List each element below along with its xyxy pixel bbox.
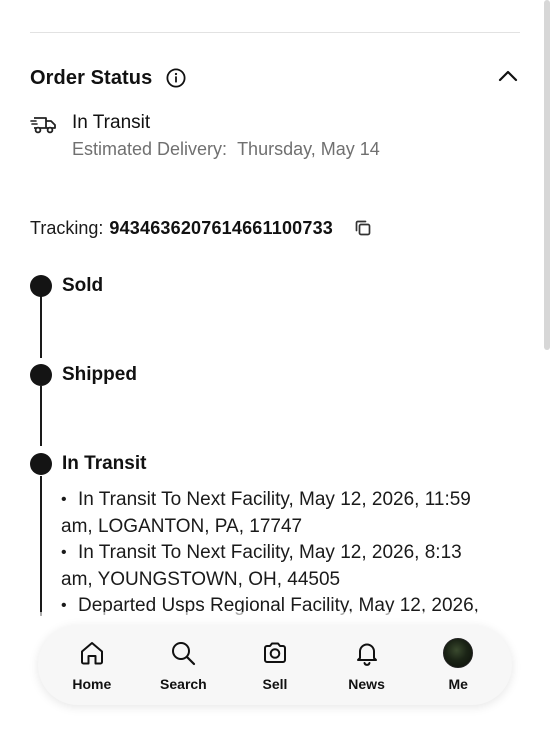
bottom-navigation: Home Search Sell News Me <box>38 625 512 705</box>
order-status-header: Order Status <box>30 62 520 94</box>
timeline-dot <box>30 364 52 386</box>
timeline-dot <box>30 275 52 297</box>
timeline-step-sold: Sold <box>30 272 103 300</box>
search-icon <box>168 638 198 668</box>
bullet-icon: • <box>61 544 67 561</box>
nav-label: News <box>348 676 385 692</box>
scrollbar[interactable] <box>544 0 550 350</box>
tracking-event: • In Transit To Next Facility, May 12, 20… <box>61 487 523 540</box>
chevron-up-icon <box>498 69 518 88</box>
tracking-row: Tracking: 9434636207614661100733 <box>30 214 520 242</box>
avatar <box>443 638 474 668</box>
order-details-page: Order Status In Transit Estimated Delive… <box>0 0 550 733</box>
nav-label: Search <box>160 676 207 692</box>
timeline-step-label: In Transit <box>62 453 147 474</box>
nav-label: Me <box>448 676 468 692</box>
nav-home[interactable]: Home <box>51 638 133 692</box>
order-status-title: Order Status <box>30 66 153 89</box>
nav-news[interactable]: News <box>326 638 408 692</box>
copy-icon[interactable] <box>353 218 373 238</box>
timeline-dot <box>30 453 52 475</box>
home-icon <box>77 638 107 668</box>
timeline-connector <box>40 296 42 358</box>
timeline-step-label: Sold <box>62 275 104 296</box>
truck-icon <box>30 112 58 136</box>
nav-me[interactable]: Me <box>417 638 499 692</box>
timeline-step-shipped: Shipped <box>30 361 137 389</box>
current-status: In Transit Estimated Delivery: Thursday, … <box>30 110 520 162</box>
bullet-icon: • <box>61 491 67 508</box>
tracking-events: • In Transit To Next Facility, May 12, 20… <box>61 487 523 620</box>
event-text-continued: am, LOGANTON, PA, 17747 <box>61 515 303 537</box>
avatar-wrapper <box>443 638 474 668</box>
eta-value: Thursday, May 14 <box>237 139 380 159</box>
timeline-step-in-transit: In Transit <box>30 450 146 478</box>
timeline-connector <box>40 386 42 446</box>
nav-label: Home <box>72 676 112 692</box>
section-divider <box>30 32 520 33</box>
camera-icon <box>260 638 290 668</box>
event-text: In Transit To Next Facility, May 12, 202… <box>78 542 462 563</box>
nav-search[interactable]: Search <box>142 638 224 692</box>
info-icon[interactable] <box>166 68 186 88</box>
nav-sell[interactable]: Sell <box>234 638 316 692</box>
event-text: In Transit To Next Facility, May 12, 202… <box>78 489 471 510</box>
nav-label: Sell <box>262 676 288 692</box>
tracking-event: • In Transit To Next Facility, May 12, 20… <box>61 540 523 593</box>
timeline-connector <box>40 476 42 616</box>
status-label: In Transit <box>72 112 151 133</box>
eta-label: Estimated Delivery: <box>72 139 228 159</box>
tracking-label: Tracking: <box>30 217 104 238</box>
tracking-number[interactable]: 9434636207614661100733 <box>109 218 333 239</box>
estimated-delivery: Estimated Delivery: Thursday, May 14 <box>72 136 380 162</box>
collapse-button[interactable] <box>496 66 520 90</box>
event-text-continued: am, YOUNGSTOWN, OH, 44505 <box>61 568 341 590</box>
timeline-step-label: Shipped <box>62 364 137 385</box>
bell-icon <box>352 638 382 668</box>
